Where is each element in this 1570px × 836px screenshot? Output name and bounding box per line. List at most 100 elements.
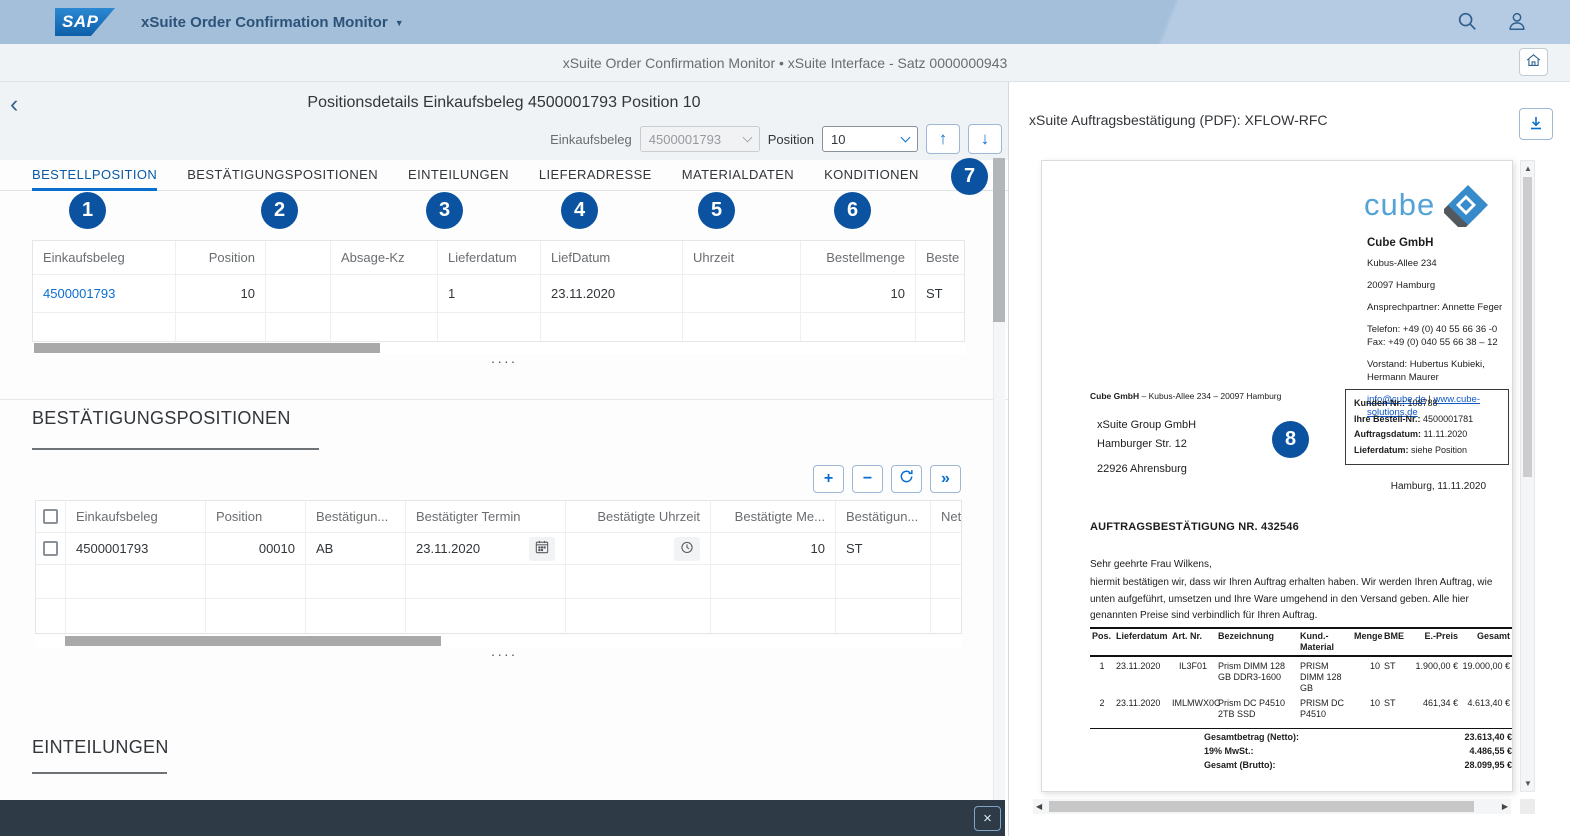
previous-position-button[interactable]: ↑ xyxy=(926,124,960,154)
refresh-button[interactable] xyxy=(891,465,922,493)
user-profile-button[interactable] xyxy=(1506,10,1528,35)
column-header[interactable]: Position xyxy=(176,241,266,274)
pdf-total-row: Gesamt (Brutto): 28.099,95 € xyxy=(1090,759,1512,771)
info-label: Lieferdatum: xyxy=(1354,444,1409,455)
row-select-cell xyxy=(36,533,66,564)
cell-position: 00010 xyxy=(206,533,306,564)
next-position-button[interactable]: ↓ xyxy=(968,124,1002,154)
remove-row-button[interactable]: − xyxy=(852,465,883,493)
time-picker-button[interactable] xyxy=(674,536,700,561)
column-header[interactable]: Bestellmenge xyxy=(801,241,916,274)
info-row: Lieferdatum: siehe Position xyxy=(1354,443,1500,459)
pdf-cell: PRISM DC P4510 xyxy=(1300,698,1345,719)
row-checkbox[interactable] xyxy=(43,541,58,556)
pdf-vertical-scrollbar[interactable]: ▲ ▼ xyxy=(1520,160,1535,792)
cell-bestaetigter-termin: 23.11.2020 xyxy=(406,533,566,564)
calendar-icon xyxy=(535,540,549,557)
column-header[interactable]: Bestätigun... xyxy=(306,501,406,532)
callout-5: 5 xyxy=(698,192,735,229)
pdf-cell: 4.613,40 € xyxy=(1467,698,1510,708)
forward-button[interactable]: » xyxy=(930,465,961,493)
table-row-empty xyxy=(36,565,961,599)
order-info-box: Kunden Nr.: 108788 Ihre Bestell-Nr.: 450… xyxy=(1345,389,1509,465)
bestellposition-table: Einkaufsbeleg Position Absage-Kz Lieferd… xyxy=(32,240,965,342)
einkaufsbeleg-link[interactable]: 4500001793 xyxy=(43,286,115,301)
tab-bestellposition[interactable]: BESTELLPOSITION xyxy=(32,160,158,191)
info-value: 4500001781 xyxy=(1423,413,1474,424)
select-all-checkbox[interactable] xyxy=(43,509,58,524)
breadcrumb: xSuite Order Confirmation Monitor • xSui… xyxy=(562,54,1008,71)
column-header[interactable]: Bestätigun... xyxy=(836,501,931,532)
column-header[interactable]: Lieferdatum xyxy=(438,241,541,274)
cell-lieferdatum: 1 xyxy=(438,275,541,312)
pdf-cell: 2 xyxy=(1099,698,1105,708)
table-more-trigger[interactable]: ···· xyxy=(0,354,1008,368)
info-value: siehe Position xyxy=(1411,444,1468,455)
scroll-left-arrow[interactable]: ◀ xyxy=(1036,802,1042,811)
total-value: 4.486,55 € xyxy=(1469,746,1512,756)
add-row-button[interactable]: + xyxy=(813,465,844,493)
download-button[interactable] xyxy=(1519,108,1553,140)
column-header[interactable]: Nett xyxy=(931,501,961,532)
date-value: 23.11.2020 xyxy=(416,541,481,556)
column-header[interactable]: Bestätigte Uhrzeit xyxy=(566,501,711,532)
info-row: Kunden Nr.: 108788 xyxy=(1354,396,1500,412)
column-header[interactable]: Uhrzeit xyxy=(683,241,801,274)
column-header[interactable]: Position xyxy=(206,501,306,532)
pdf-cell: 1 xyxy=(1099,661,1105,671)
select-all-cell xyxy=(36,501,66,532)
column-header[interactable]: Bestätigter Termin xyxy=(406,501,566,532)
pdf-column-header: Gesamt xyxy=(1476,631,1510,641)
scrollbar-thumb[interactable] xyxy=(1049,801,1474,812)
table-more-trigger[interactable]: ···· xyxy=(0,647,1008,661)
tab-materialdaten[interactable]: MATERIALDATEN xyxy=(682,160,794,191)
person-icon xyxy=(1506,10,1528,35)
tab-einteilungen[interactable]: EINTEILUNGEN xyxy=(408,160,509,191)
company-name: Cube GmbH xyxy=(1367,237,1434,249)
cell xyxy=(306,599,406,633)
cell xyxy=(266,313,331,341)
info-label: Kunden Nr.: xyxy=(1354,398,1405,408)
confirmation-table-toolbar: + − » xyxy=(813,465,961,493)
clock-icon xyxy=(680,540,694,557)
column-header[interactable]: LiefDatum xyxy=(541,241,683,274)
column-header[interactable]: Einkaufsbeleg xyxy=(66,501,206,532)
pdf-cell: Prism DC P4510 2TB SSD xyxy=(1218,698,1286,719)
column-header[interactable]: Bestätigte Me... xyxy=(711,501,836,532)
scrollbar-thumb[interactable] xyxy=(65,636,441,646)
einkaufsbeleg-label: Einkaufsbeleg xyxy=(550,131,632,147)
tab-lieferadresse[interactable]: LIEFERADRESSE xyxy=(539,160,652,191)
home-button[interactable] xyxy=(1519,48,1548,76)
position-select[interactable]: 10 xyxy=(822,126,918,152)
scroll-right-arrow[interactable]: ▶ xyxy=(1502,802,1508,811)
column-header[interactable] xyxy=(266,241,331,274)
table-row: 4500001793 00010 AB 23.11.2020 10 ST xyxy=(36,533,961,565)
cell xyxy=(206,565,306,598)
scrollbar-thumb[interactable] xyxy=(34,343,380,353)
column-header[interactable]: Absage-Kz xyxy=(331,241,438,274)
sap-logo[interactable]: SAP xyxy=(55,8,115,36)
scroll-down-arrow[interactable]: ▼ xyxy=(1524,779,1532,788)
pdf-horizontal-scrollbar[interactable]: ◀ ▶ xyxy=(1033,799,1511,814)
column-header[interactable]: Einkaufsbeleg xyxy=(33,241,176,274)
search-button[interactable] xyxy=(1456,10,1478,35)
scrollbar-thumb[interactable] xyxy=(1523,177,1532,477)
cell xyxy=(33,313,176,341)
recipient-city: 22926 Ahrensburg xyxy=(1097,463,1187,475)
pdf-cell: Prism DIMM 128 GB DDR3-1600 xyxy=(1218,661,1286,682)
close-button[interactable]: × xyxy=(974,806,1001,831)
einkaufsbeleg-select[interactable]: 4500001793 xyxy=(639,126,760,152)
cell xyxy=(541,313,683,341)
total-value: 23.613,40 € xyxy=(1464,732,1512,742)
cell-einkaufsbeleg: 4500001793 xyxy=(66,533,206,564)
scrollbar-thumb[interactable] xyxy=(993,158,1005,322)
app-title-menu[interactable]: xSuite Order Confirmation Monitor ▼ xyxy=(141,14,404,31)
scroll-up-arrow[interactable]: ▲ xyxy=(1524,164,1532,173)
tab-konditionen[interactable]: KONDITIONEN xyxy=(824,160,919,191)
einkaufsbeleg-value: 4500001793 xyxy=(648,131,722,147)
column-header[interactable]: Beste xyxy=(916,241,964,274)
date-picker-button[interactable] xyxy=(529,536,555,561)
double-chevron-right-icon: » xyxy=(941,470,950,487)
tab-bestaetigungspositionen[interactable]: BESTÄTIGUNGSPOSITIONEN xyxy=(187,160,378,191)
pdf-cell: ST xyxy=(1384,661,1396,671)
